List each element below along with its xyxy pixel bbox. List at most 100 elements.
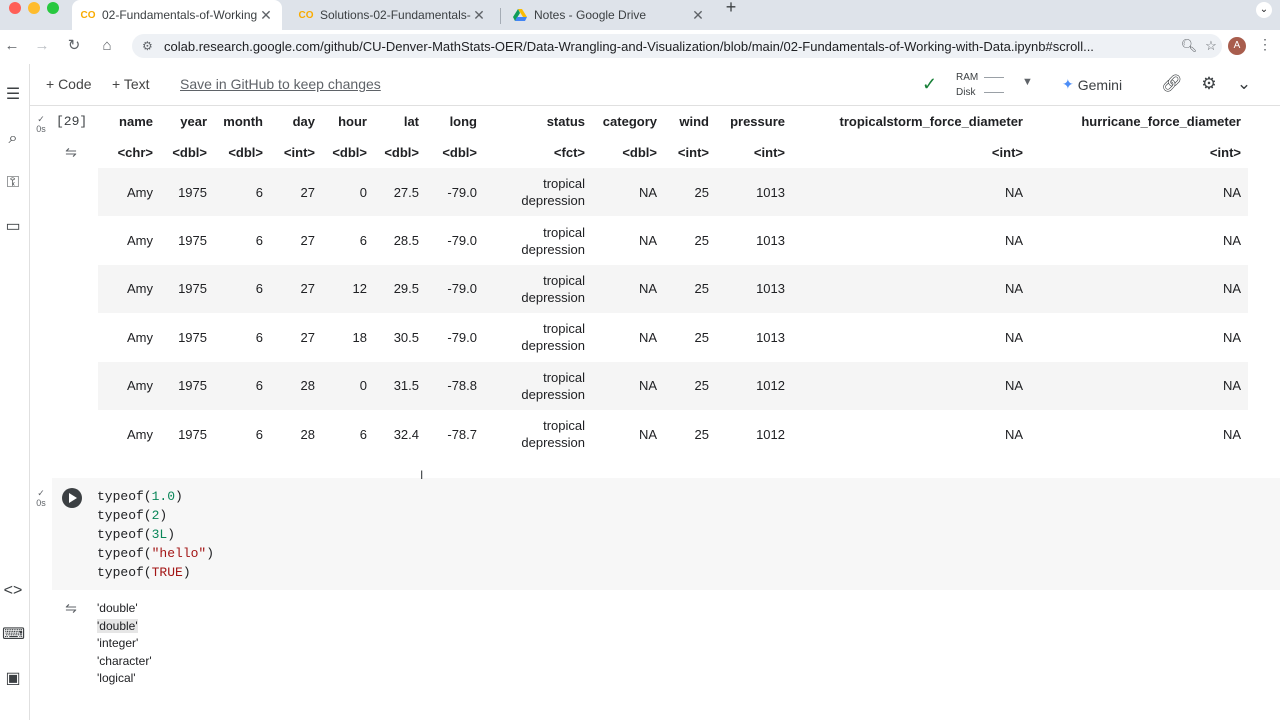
table-cell: tropical depression (484, 361, 592, 410)
code-line: typeof("hello") (97, 546, 215, 561)
column-header: tropicalstorm_force_diameter (839, 114, 1023, 129)
table-cell: 1975 (160, 361, 214, 410)
back-arrow-icon[interactable]: ← (4, 38, 20, 54)
code-cell[interactable] (52, 478, 1280, 590)
tab-search-icon[interactable]: ⌄ (1256, 2, 1272, 18)
table-cell: 1975 (178, 329, 207, 345)
chevron-down-icon[interactable]: ▼ (1022, 76, 1033, 88)
disk-bar (984, 85, 1004, 93)
table-of-contents-icon[interactable]: ☰ (2, 84, 24, 106)
table-cell: 6 (214, 361, 270, 410)
output-actions-icon[interactable]: ⇋ (60, 144, 82, 160)
code-line: typeof(2) (97, 508, 168, 523)
column-type: <int> (753, 145, 785, 160)
code-output: 'double' 'double' 'integer' 'character' 'log… (97, 600, 152, 688)
table-cell: NA (792, 264, 1030, 314)
table-cell: -79.0 (447, 233, 477, 249)
home-icon[interactable]: ⌂ (99, 38, 115, 54)
table-cell: 25 (664, 361, 716, 410)
bookmark-star-icon[interactable]: ☆ (1200, 38, 1222, 54)
table-cell: 28 (300, 426, 315, 442)
reload-icon[interactable]: ↻ (66, 38, 82, 54)
code-snippets-icon[interactable]: <> (2, 580, 24, 602)
notebook: ✓ 0s [29] ⇋ name year month day hour lat long st… (30, 106, 1280, 720)
table-cell: 27 (270, 264, 322, 314)
resource-monitor[interactable]: RAM Disk (956, 70, 978, 100)
browser-tab-2[interactable]: Notes - Google Drive ✕ (504, 0, 714, 30)
colab-toolbar: + Code + Text Save in GitHub to keep cha… (0, 64, 1280, 106)
gear-icon[interactable]: ⚙ (1197, 72, 1221, 96)
gemini-button[interactable]: ✦ Gemini (1062, 76, 1122, 93)
column-type: <dbl> (442, 145, 477, 160)
window-maximize-button[interactable] (47, 2, 59, 14)
folder-icon[interactable]: ▭ (2, 216, 24, 238)
table-cell: 6 (255, 233, 263, 249)
table-cell: 1975 (160, 168, 214, 217)
close-icon[interactable]: ✕ (471, 7, 487, 24)
window-close-button[interactable] (9, 2, 21, 14)
browser-tab-1[interactable]: CO Solutions-02-Fundamentals- ✕ (290, 0, 495, 30)
table-cell: NA (1030, 361, 1248, 410)
table-cell: 1013 (716, 264, 792, 314)
cell-status: ✓ 0s (36, 488, 46, 508)
table-cell: 6 (255, 329, 263, 345)
gemini-spark-icon: ✦ (1062, 76, 1074, 92)
browser-tab-0[interactable]: CO 02-Fundamentals-of-Working ✕ (72, 0, 282, 30)
url-field[interactable]: ⚙ colab.research.google.com/github/CU-De… (132, 34, 1222, 58)
run-cell-button[interactable] (62, 488, 82, 508)
close-icon[interactable]: ✕ (690, 7, 706, 24)
table-cell: 18 (352, 329, 367, 345)
site-settings-icon[interactable]: ⚙ (142, 39, 156, 53)
column-type: <dbl> (384, 145, 419, 160)
table-cell: NA (592, 361, 664, 410)
colab-logo-icon: CO (298, 9, 314, 21)
column-header: lat (403, 114, 419, 129)
chevron-down-icon[interactable]: ⌄ (1232, 72, 1256, 96)
url-text[interactable]: colab.research.google.com/github/CU-Denv… (164, 39, 1178, 54)
code-line: typeof(3L) (97, 527, 176, 542)
add-code-button[interactable]: + Code (46, 76, 92, 92)
add-text-button[interactable]: + Text (112, 76, 150, 92)
new-tab-button[interactable]: + (722, 0, 740, 18)
ram-label: RAM (956, 72, 979, 83)
table-cell: tropical depression (484, 168, 592, 217)
search-icon[interactable]: ⌕ (2, 128, 24, 150)
column-header: hurricane_force_diameter (1081, 114, 1241, 129)
table-cell: 25 (694, 233, 709, 249)
window-minimize-button[interactable] (28, 2, 40, 14)
table-cell: 1013 (756, 233, 785, 249)
table-cell: Amy (98, 361, 160, 410)
table-cell: NA (1222, 426, 1241, 442)
table-cell: 27 (270, 168, 322, 217)
terminal-icon[interactable]: ▣ (2, 668, 24, 690)
output-actions-icon[interactable]: ⇋ (60, 600, 82, 616)
browser-menu-icon[interactable]: ⋮ (1258, 36, 1272, 56)
table-cell: -79.0 (426, 264, 484, 314)
save-github-link[interactable]: Save in GitHub to keep changes (180, 76, 381, 92)
table-cell: tropical depression (521, 418, 585, 451)
table-cell: 1975 (178, 233, 207, 249)
command-palette-icon[interactable]: ⌨ (2, 624, 25, 646)
link-icon[interactable]: 🔗︎ (1160, 72, 1184, 96)
table-cell: Amy (127, 426, 153, 442)
table-cell: 28.5 (393, 233, 419, 249)
forward-arrow-icon[interactable]: → (34, 38, 50, 54)
column-type: <int> (283, 145, 315, 160)
column-type: <dbl> (622, 145, 657, 160)
table-cell: 30.5 (393, 329, 419, 345)
table-cell: Amy (98, 264, 160, 314)
google-drive-icon (512, 9, 528, 21)
zoom-icon[interactable]: 🔍︎ (1178, 38, 1200, 54)
table-row: Amy 1975 6 27 12 29.5 -79.0 tropical depression N… (98, 264, 1248, 314)
avatar[interactable]: A (1228, 37, 1246, 55)
table-row: Amy 1975 6 27 18 30.5 -79.0 tropical depression N… (98, 313, 1248, 361)
key-icon[interactable]: ⚿ (2, 172, 24, 194)
table-cell: 27 (300, 233, 315, 249)
tab-title: 02-Fundamentals-of-Working (102, 8, 258, 22)
table-cell: tropical depression (521, 224, 585, 257)
table-cell: NA (1004, 426, 1023, 442)
table-cell: Amy (127, 233, 153, 249)
output-line: 'logical' (97, 671, 136, 685)
close-icon[interactable]: ✕ (258, 7, 274, 24)
code-editor[interactable]: typeof(1.0) typeof(2) typeof(3L) typeof("he… (97, 487, 214, 582)
